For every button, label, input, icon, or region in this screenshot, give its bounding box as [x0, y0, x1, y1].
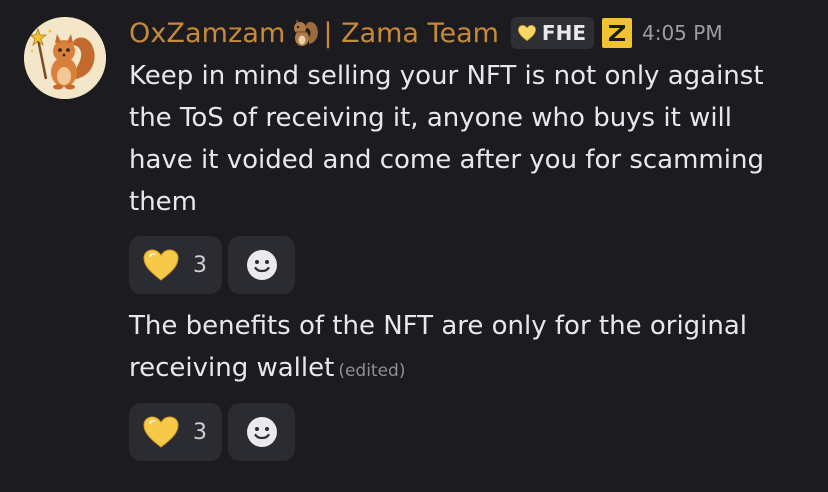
- reactions-bar-2: 3: [129, 403, 295, 461]
- reaction-count: 3: [193, 252, 207, 278]
- smiley-add-reaction-icon: [246, 417, 277, 447]
- message-line: them: [129, 187, 197, 217]
- message-line: The benefits of the NFT are only for the…: [129, 311, 748, 341]
- reaction-count: 3: [193, 419, 207, 445]
- message-header: OxZamzam | Zama Team FHE 4:05 PM: [129, 14, 723, 52]
- reaction-yellow-heart[interactable]: 3: [129, 236, 222, 294]
- username[interactable]: OxZamzam: [129, 18, 285, 49]
- message-line: Keep in mind selling your NFT is not onl…: [129, 61, 764, 91]
- z-logo-icon: [608, 25, 625, 41]
- message-group: OxZamzam | Zama Team FHE 4:05 PM Keep in…: [0, 0, 828, 492]
- yellow-heart-icon: [518, 25, 536, 42]
- smiley-add-reaction-icon: [246, 250, 277, 280]
- squirrel-wizard-icon: [24, 17, 106, 99]
- add-reaction-button[interactable]: [228, 403, 295, 461]
- reactions-bar-1: 3: [129, 236, 295, 294]
- message-content-2: The benefits of the NFT are only for the…: [129, 305, 809, 392]
- avatar[interactable]: [24, 17, 106, 99]
- yellow-heart-icon: [143, 249, 179, 281]
- edited-label: (edited): [338, 361, 406, 381]
- message-line: have it voided and come after you for sc…: [129, 145, 764, 175]
- message-line-with-edited: receiving wallet (edited): [129, 347, 809, 392]
- reaction-yellow-heart[interactable]: 3: [129, 403, 222, 461]
- add-reaction-button[interactable]: [228, 236, 295, 294]
- message-line: the ToS of receiving it, anyone who buys…: [129, 103, 732, 133]
- username-suffix[interactable]: | Zama Team: [323, 18, 499, 49]
- message-content-1: Keep in mind selling your NFT is not onl…: [129, 55, 809, 223]
- role-tag[interactable]: FHE: [510, 17, 594, 49]
- timestamp[interactable]: 4:05 PM: [642, 21, 723, 45]
- message-line: receiving wallet: [129, 353, 335, 383]
- yellow-heart-icon: [143, 416, 179, 448]
- role-tag-label: FHE: [541, 21, 586, 45]
- chipmunk-icon: [287, 16, 321, 50]
- z-badge[interactable]: [601, 18, 632, 48]
